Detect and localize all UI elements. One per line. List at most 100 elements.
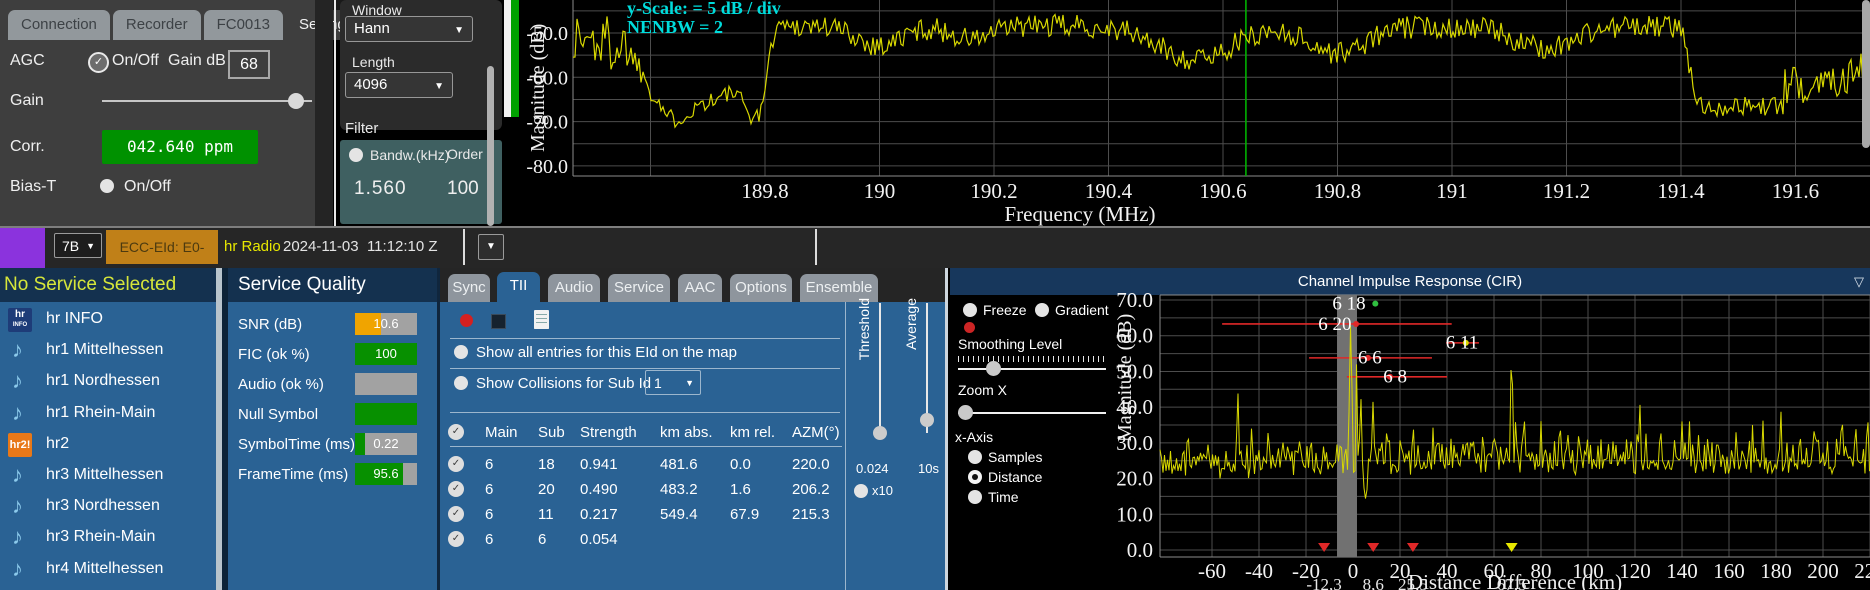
list-item[interactable]: ♪hr1 Nordhessen (0, 367, 216, 398)
svg-text:190.2: 190.2 (970, 179, 1017, 203)
table-cell: 6 (485, 481, 493, 498)
svg-text:8,6: 8,6 (1363, 575, 1384, 590)
table-cell: 6 (485, 456, 493, 473)
spectrum-scrollbar[interactable] (1862, 0, 1870, 148)
svg-text:6 18: 6 18 (1332, 293, 1365, 314)
row-check[interactable]: ✓ (448, 481, 464, 497)
table-cell: 67.9 (730, 506, 759, 523)
xaxis-radio-distance[interactable] (968, 470, 982, 484)
list-item[interactable]: hrINFOhr INFO (0, 305, 216, 336)
row-check[interactable]: ✓ (448, 506, 464, 522)
threshold-slider-track[interactable] (879, 303, 881, 433)
svg-text:200: 200 (1807, 559, 1839, 583)
window-select[interactable]: Hann ▼ (345, 16, 473, 42)
table-cell: 220.0 (792, 456, 830, 473)
threshold-slider-thumb[interactable] (873, 426, 887, 440)
music-note-icon: ♪ (12, 400, 23, 426)
table-cell: 481.6 (660, 456, 698, 473)
tab-options[interactable]: Options (730, 274, 792, 302)
freeze-label: Freeze (983, 302, 1027, 318)
biast-radio[interactable] (100, 179, 114, 193)
chevron-down-icon: ▼ (454, 19, 464, 43)
svg-text:120: 120 (1619, 559, 1651, 583)
status-mini-select[interactable]: ▼ (478, 234, 504, 260)
service-label: hr1 Mittelhessen (46, 341, 163, 359)
show-all-radio[interactable] (454, 345, 468, 359)
zoomx-slider-track[interactable] (958, 412, 1106, 414)
xaxis-radio-time[interactable] (968, 490, 982, 504)
corr-label: Corr. (10, 138, 45, 156)
channel-select[interactable]: 7B ▼ (54, 233, 102, 258)
tab-service[interactable]: Service (608, 274, 670, 302)
list-item[interactable]: ♪hr3 Nordhessen (0, 492, 216, 523)
svg-text:6 8: 6 8 (1383, 367, 1407, 388)
length-select[interactable]: 4096 ▼ (345, 72, 453, 98)
report-icon[interactable] (534, 310, 549, 329)
chevron-down-icon: ▼ (86, 234, 95, 259)
average-slider-thumb[interactable] (920, 413, 934, 427)
filter-label: Filter (345, 120, 378, 137)
smoothing-slider-thumb[interactable] (986, 361, 1001, 376)
tab-audio[interactable]: Audio (548, 274, 600, 302)
xaxis-radio-samples[interactable] (968, 450, 982, 464)
svg-text:191.2: 191.2 (1543, 179, 1590, 203)
bandwidth-radio[interactable] (349, 148, 363, 162)
freeze-radio[interactable] (963, 303, 977, 317)
svg-text:190.6: 190.6 (1199, 179, 1246, 203)
list-item[interactable]: ♪hr3 Rhein-Main (0, 523, 216, 554)
row-check[interactable]: ✓ (448, 531, 464, 547)
gradient-radio[interactable] (1035, 303, 1049, 317)
smoothing-label: Smoothing Level (958, 336, 1062, 352)
list-item[interactable]: hr2!hr2 (0, 430, 216, 461)
service-label: hr3 Mittelhessen (46, 466, 163, 484)
xaxis-option-label: Distance (988, 469, 1042, 485)
row-check[interactable]: ✓ (448, 456, 464, 472)
list-item[interactable]: ♪hr4 Mittelhessen (0, 555, 216, 586)
xaxis-option-label: Time (988, 489, 1019, 505)
select-all-check[interactable]: ✓ (448, 424, 464, 440)
tab-tii[interactable]: TII (497, 272, 540, 302)
svg-text:10.0: 10.0 (1116, 502, 1153, 526)
column-header: km abs. (660, 424, 713, 441)
svg-text:180: 180 (1760, 559, 1792, 583)
x10-radio[interactable] (854, 484, 868, 498)
quality-bar-value: 0.22 (355, 433, 417, 455)
record-icon[interactable] (460, 314, 473, 327)
svg-text:67,5: 67,5 (1497, 575, 1527, 590)
stop-icon[interactable] (491, 314, 506, 329)
dsp-scrollbar[interactable] (487, 66, 494, 226)
svg-text:140: 140 (1666, 559, 1698, 583)
collisions-radio[interactable] (454, 376, 468, 390)
panel-divider-line (334, 0, 336, 226)
agc-checkbox[interactable]: ✓ (88, 52, 109, 73)
subid-select[interactable]: 1 ▼ (645, 370, 701, 395)
list-item[interactable]: ♪hr3 Mittelhessen (0, 461, 216, 492)
gain-db-field[interactable]: 68 (228, 50, 270, 79)
svg-text:6 20: 6 20 (1318, 314, 1351, 335)
table-cell: 0.0 (730, 456, 751, 473)
music-note-icon: ♪ (12, 337, 23, 363)
zoomx-slider-thumb[interactable] (958, 405, 973, 420)
svg-text:y-Scale: = 5 dB / div: y-Scale: = 5 dB / div (627, 0, 781, 18)
status-color-block (0, 228, 45, 268)
list-item[interactable]: ♪ hr1 Mittelhessen (0, 336, 216, 367)
svg-text:0.0: 0.0 (1127, 538, 1153, 562)
column-header: Sub (538, 424, 565, 441)
tab-sync[interactable]: Sync (448, 274, 490, 302)
table-header-underline (450, 446, 842, 447)
list-item[interactable]: ♪hr1 Rhein-Main (0, 399, 216, 430)
tab-fc0013[interactable]: FC0013 (204, 10, 283, 40)
svg-text:6 11: 6 11 (1446, 333, 1479, 354)
gain-slider-track[interactable] (102, 100, 312, 102)
separator (450, 412, 840, 413)
agc-label: AGC (10, 52, 45, 70)
gain-slider-thumb[interactable] (288, 93, 304, 109)
tab-recorder[interactable]: Recorder (113, 10, 201, 40)
smoothing-slider-track[interactable] (958, 368, 1106, 370)
corr-value: 042.640 ppm (102, 130, 258, 164)
average-label: Average (903, 298, 919, 350)
tab-aac[interactable]: AAC (678, 274, 722, 302)
spectrum-chart: 189.8190190.2190.4190.6190.8191191.2191.… (520, 0, 1870, 226)
tab-connection[interactable]: Connection (8, 10, 110, 40)
column-header: AZM(°) (792, 424, 840, 441)
